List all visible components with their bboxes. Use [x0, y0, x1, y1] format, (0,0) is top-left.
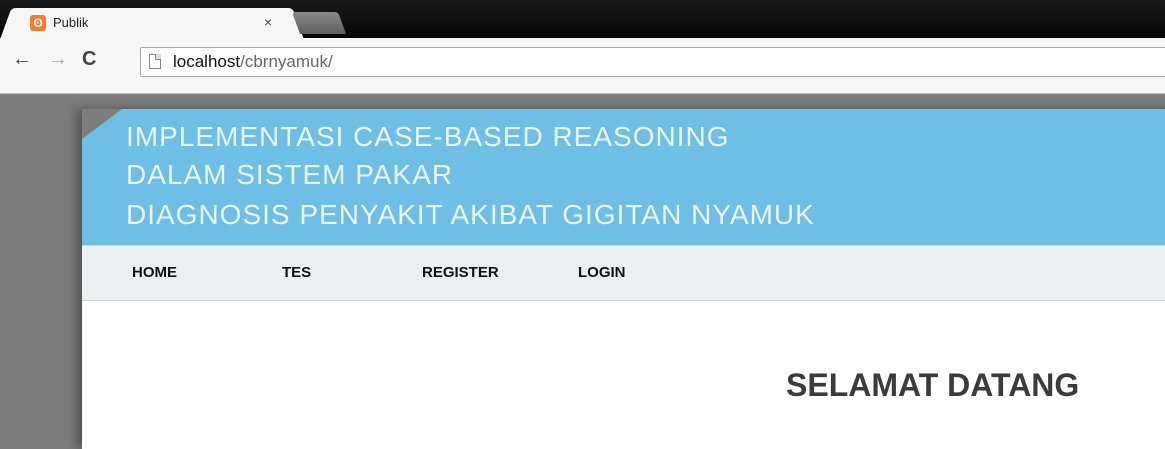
welcome-heading: SELAMAT DATANG	[786, 367, 1080, 403]
menu-home-link[interactable]: HOME	[132, 264, 177, 281]
header-title-line-3: DIAGNOSIS PENYAKIT AKIBAT GIGITAN NYAMUK	[126, 199, 815, 230]
back-arrow-icon[interactable]: ←	[12, 48, 32, 71]
header-title-line-1: IMPLEMENTASI CASE-BASED REASONING	[126, 121, 730, 152]
header-title-line-2: DALAM SISTEM PAKAR	[126, 159, 454, 190]
main-menu: HOME TES REGISTER LOGIN	[82, 245, 1165, 301]
url-text[interactable]: localhost/cbrnyamuk/	[173, 52, 333, 72]
address-bar[interactable]: localhost/cbrnyamuk/	[140, 47, 1165, 77]
site-header: IMPLEMENTASI CASE-BASED REASONING DALAM …	[82, 109, 1165, 245]
url-path: /cbrnyamuk/	[240, 52, 333, 71]
new-tab-button[interactable]	[291, 12, 347, 34]
page-icon	[149, 54, 161, 69]
browser-tab-publik[interactable]: ʘ Publik ×	[14, 8, 290, 38]
url-host: localhost	[173, 52, 241, 71]
browser-tabstrip: ʘ Publik ×	[0, 0, 1165, 38]
reload-icon[interactable]: C	[82, 48, 96, 71]
menu-tes-link[interactable]: TES	[282, 264, 311, 281]
forward-arrow-icon[interactable]: →	[48, 48, 68, 71]
menu-login-link[interactable]: LOGIN	[578, 264, 626, 281]
tab-title: Publik	[53, 15, 89, 30]
close-tab-icon[interactable]: ×	[264, 14, 272, 30]
browser-toolbar: ← → C localhost/cbrnyamuk/	[0, 38, 1165, 94]
header-corner-decoration	[82, 109, 122, 139]
menu-register-link[interactable]: REGISTER	[422, 264, 499, 281]
xampp-favicon-icon: ʘ	[30, 15, 46, 31]
web-page: IMPLEMENTASI CASE-BASED REASONING DALAM …	[82, 109, 1165, 449]
